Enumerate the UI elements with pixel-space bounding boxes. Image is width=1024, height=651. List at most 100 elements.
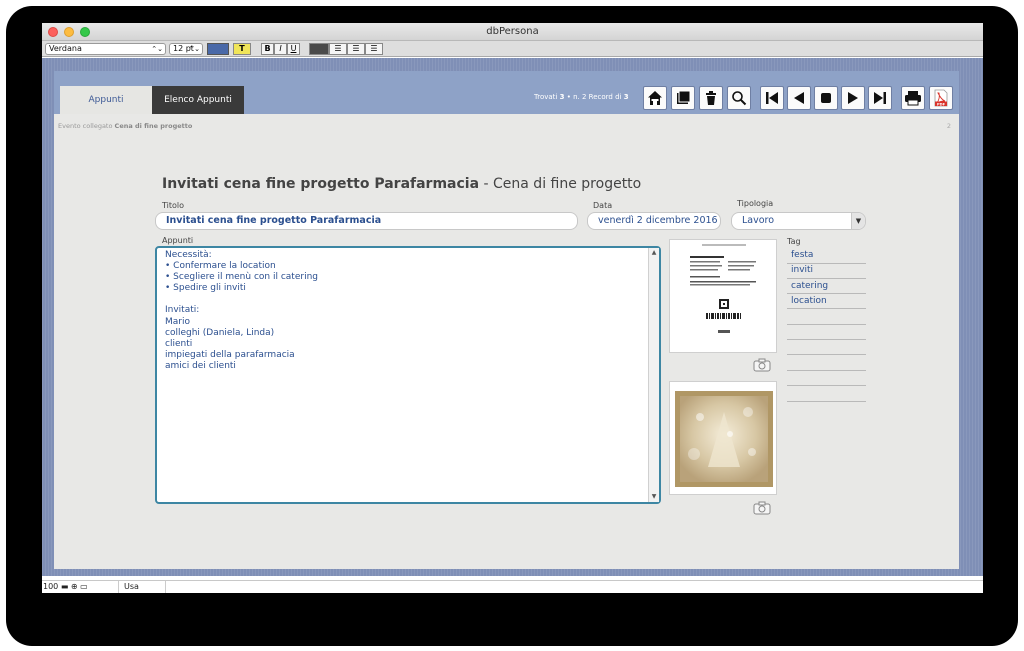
first-record-icon	[766, 92, 778, 104]
page-title: Invitati cena fine progetto Parafarmacia…	[162, 176, 641, 192]
tag-divider	[787, 278, 866, 279]
align-center-button[interactable]: ☰	[329, 43, 347, 55]
document-preview-icon	[690, 244, 756, 333]
document-thumbnail[interactable]	[669, 239, 777, 353]
tag-divider[interactable]	[787, 339, 866, 340]
pdf-icon: PDF	[934, 89, 948, 107]
print-button[interactable]	[901, 86, 925, 110]
record-position: • n. 2 Record di	[566, 93, 622, 101]
align-right-button[interactable]: ☰	[347, 43, 365, 55]
tab-appunti[interactable]: Appunti	[60, 86, 152, 114]
delete-button[interactable]	[699, 86, 723, 110]
mode-indicator: Usa	[124, 582, 139, 591]
previous-record-button[interactable]	[787, 86, 811, 110]
highlight-button[interactable]: T	[233, 43, 251, 55]
titolo-field[interactable]: Invitati cena fine progetto Parafarmacia	[155, 212, 578, 230]
duplicate-icon	[677, 90, 691, 104]
record-panel: Appunti Elenco Appunti Trovati 3 • n. 2 …	[54, 71, 959, 569]
found-count: 3	[559, 93, 565, 101]
appunti-text: Necessità: • Confermare la location • Sc…	[165, 250, 318, 371]
found-prefix: Trovati	[534, 93, 558, 101]
chevron-updown-icon: ⌃⌄	[188, 45, 200, 53]
page-title-event: Cena di fine progetto	[493, 176, 642, 192]
stop-icon	[821, 93, 831, 103]
home-icon	[648, 91, 662, 105]
status-divider	[165, 581, 166, 593]
text-color-swatch[interactable]	[207, 43, 229, 55]
zoom-value: 100	[43, 582, 59, 591]
home-button[interactable]	[643, 86, 667, 110]
status-bar: 100 ▬ ⊕ ▭ Usa	[42, 580, 983, 593]
bold-button[interactable]: B	[261, 43, 274, 55]
tipologia-value: Lavoro	[742, 215, 775, 226]
status-divider	[118, 581, 119, 593]
zoom-level[interactable]: 100 ▬ ⊕ ▭	[43, 582, 88, 591]
tipologia-select[interactable]: Lavoro ▼	[731, 212, 866, 230]
page-number: 2	[946, 122, 951, 130]
tag-divider[interactable]	[787, 401, 866, 402]
tag-divider[interactable]	[787, 385, 866, 386]
camera-icon[interactable]	[753, 358, 771, 372]
trash-icon	[706, 91, 716, 105]
tag-divider[interactable]	[787, 370, 866, 371]
align-justify-button[interactable]: ☰	[365, 43, 383, 55]
pdf-icon-label: PDF	[937, 102, 946, 106]
app-window: dbPersona Verdana ⌃⌄ 12 pt ⌃⌄ T B I U ☰ ☰ …	[42, 23, 983, 593]
stop-button[interactable]	[814, 86, 838, 110]
page-title-separator: -	[483, 176, 489, 192]
appunti-textarea[interactable]: Necessità: • Confermare la location • Sc…	[155, 246, 661, 504]
title-bar: dbPersona	[42, 23, 983, 41]
chevron-updown-icon: ⌃⌄	[151, 45, 163, 53]
image-thumbnail[interactable]	[669, 381, 777, 495]
first-record-button[interactable]	[760, 86, 784, 110]
last-record-button[interactable]	[868, 86, 892, 110]
font-select-value: Verdana	[49, 44, 82, 53]
last-record-icon	[874, 92, 886, 104]
window-title: dbPersona	[486, 26, 539, 37]
camera-icon[interactable]	[753, 501, 771, 515]
tag-divider	[787, 263, 866, 264]
tag-divider[interactable]	[787, 354, 866, 355]
tag-item[interactable]: catering	[791, 281, 828, 291]
tag-divider	[787, 293, 866, 294]
tag-label: Tag	[787, 237, 801, 246]
tag-divider[interactable]	[787, 324, 866, 325]
total-count: 3	[623, 93, 629, 101]
next-record-icon	[848, 92, 858, 104]
italic-button[interactable]: I	[274, 43, 287, 55]
record-counter: Trovati 3 • n. 2 Record di 3	[534, 93, 629, 101]
tipologia-label: Tipologia	[737, 199, 774, 208]
format-bar: Verdana ⌃⌄ 12 pt ⌃⌄ T B I U ☰ ☰ ☰	[42, 41, 983, 57]
vertical-scrollbar[interactable]: ▲ ▼	[648, 248, 659, 502]
linked-event-prefix: Evento collegato	[58, 122, 113, 130]
page-title-main: Invitati cena fine progetto Parafarmacia	[162, 176, 480, 192]
linked-event-name: Cena di fine progetto	[114, 122, 193, 130]
duplicate-button[interactable]	[671, 86, 695, 110]
tag-item[interactable]: location	[791, 296, 827, 306]
dropdown-arrow-icon[interactable]: ▼	[851, 213, 865, 229]
scroll-down-icon[interactable]: ▼	[650, 493, 658, 501]
underline-button[interactable]: U	[287, 43, 300, 55]
layout-area: Appunti Elenco Appunti Trovati 3 • n. 2 …	[42, 58, 983, 576]
next-record-button[interactable]	[841, 86, 865, 110]
previous-record-icon	[794, 92, 804, 104]
header-bar: Appunti Elenco Appunti Trovati 3 • n. 2 …	[54, 71, 959, 114]
font-select[interactable]: Verdana ⌃⌄	[45, 43, 166, 55]
scroll-up-icon[interactable]: ▲	[650, 249, 658, 257]
align-left-button[interactable]	[309, 43, 329, 55]
tag-divider	[787, 308, 866, 309]
data-field[interactable]: venerdì 2 dicembre 2016	[587, 212, 721, 230]
data-label: Data	[593, 201, 613, 210]
tab-elenco-appunti[interactable]: Elenco Appunti	[152, 86, 244, 114]
appunti-label: Appunti	[162, 236, 194, 245]
greeting-card-icon	[675, 391, 773, 487]
size-select[interactable]: 12 pt ⌃⌄	[169, 43, 203, 55]
tag-item[interactable]: festa	[791, 250, 813, 260]
tag-item[interactable]: inviti	[791, 265, 813, 275]
pdf-button[interactable]: PDF	[929, 86, 953, 110]
linked-event: Evento collegato Cena di fine progetto	[58, 122, 192, 130]
titolo-label: Titolo	[162, 201, 185, 210]
print-icon	[905, 91, 921, 106]
search-icon	[732, 91, 747, 106]
find-button[interactable]	[727, 86, 751, 110]
